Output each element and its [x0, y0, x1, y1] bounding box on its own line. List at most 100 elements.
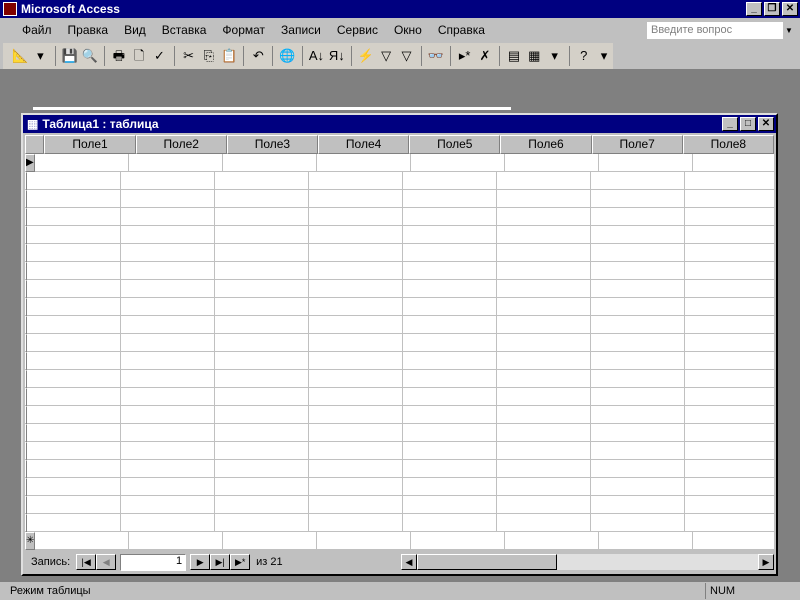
- table-cell[interactable]: [497, 370, 591, 388]
- print-icon[interactable]: 🖶: [110, 45, 128, 67]
- table-cell[interactable]: [121, 172, 215, 190]
- column-header[interactable]: Поле3: [226, 135, 319, 154]
- row-selector[interactable]: ✳: [25, 532, 36, 550]
- table-cell[interactable]: [309, 316, 403, 334]
- sort-ascending-icon[interactable]: A↓: [307, 45, 325, 67]
- table-cell[interactable]: [215, 442, 309, 460]
- find-icon[interactable]: 👓: [426, 45, 444, 67]
- column-header[interactable]: Поле6: [500, 135, 592, 154]
- table-cell[interactable]: [403, 172, 497, 190]
- undo-icon[interactable]: ↶: [249, 45, 267, 67]
- paste-icon[interactable]: 📋: [220, 45, 238, 67]
- table-cell[interactable]: [497, 478, 591, 496]
- table-cell[interactable]: [27, 478, 121, 496]
- table-cell[interactable]: [121, 496, 215, 514]
- table-cell[interactable]: [35, 532, 130, 550]
- table-cell[interactable]: [685, 370, 774, 388]
- delete-record-icon[interactable]: ✗: [476, 45, 494, 67]
- cut-icon[interactable]: ✂: [179, 45, 197, 67]
- table-cell[interactable]: [497, 334, 591, 352]
- table-cell[interactable]: [121, 478, 215, 496]
- table-cell[interactable]: [497, 298, 591, 316]
- table-cell[interactable]: [497, 208, 591, 226]
- column-header[interactable]: Поле1: [44, 135, 136, 154]
- table-cell[interactable]: [591, 370, 685, 388]
- dropdown-arrow-icon[interactable]: ▾: [31, 45, 49, 67]
- table-cell[interactable]: [685, 514, 774, 532]
- table-cell[interactable]: [403, 388, 497, 406]
- table-cell[interactable]: [121, 514, 215, 532]
- spelling-icon[interactable]: ✓: [150, 45, 168, 67]
- table-cell[interactable]: [215, 478, 309, 496]
- table-cell[interactable]: [309, 460, 403, 478]
- table-cell[interactable]: [309, 280, 403, 298]
- table-cell[interactable]: [403, 334, 497, 352]
- table-cell[interactable]: [591, 334, 685, 352]
- filter-by-form-icon[interactable]: ▽: [377, 45, 395, 67]
- table-cell[interactable]: [223, 532, 318, 550]
- database-window-icon[interactable]: ▤: [505, 45, 523, 67]
- table-cell[interactable]: [403, 244, 497, 262]
- table-cell[interactable]: [121, 406, 215, 424]
- table-cell[interactable]: [27, 370, 121, 388]
- table-cell[interactable]: [309, 298, 403, 316]
- menu-item-1[interactable]: Правка: [60, 23, 117, 37]
- table-cell[interactable]: [403, 514, 497, 532]
- table-cell[interactable]: [685, 226, 774, 244]
- table-cell[interactable]: [599, 532, 694, 550]
- table-cell[interactable]: [403, 262, 497, 280]
- help-icon[interactable]: ?: [575, 45, 593, 67]
- restore-button[interactable]: ❐: [764, 2, 780, 16]
- table-cell[interactable]: [685, 478, 774, 496]
- table-cell[interactable]: [27, 298, 121, 316]
- table-cell[interactable]: [591, 208, 685, 226]
- save-icon[interactable]: 💾: [60, 45, 78, 67]
- table-cell[interactable]: [591, 262, 685, 280]
- table-cell[interactable]: [317, 532, 412, 550]
- table-cell[interactable]: [403, 298, 497, 316]
- table-cell[interactable]: [121, 370, 215, 388]
- table-cell[interactable]: [309, 406, 403, 424]
- sort-descending-icon[interactable]: Я↓: [328, 45, 346, 67]
- scroll-left-button[interactable]: ◀: [401, 554, 417, 570]
- horizontal-scrollbar[interactable]: ◀ ▶: [401, 554, 774, 570]
- table-cell[interactable]: [215, 316, 309, 334]
- table-cell[interactable]: [215, 460, 309, 478]
- table-maximize-button[interactable]: □: [740, 117, 756, 131]
- table-cell[interactable]: [685, 280, 774, 298]
- table-cell[interactable]: [27, 262, 121, 280]
- table-cell[interactable]: [309, 244, 403, 262]
- table-cell[interactable]: [121, 460, 215, 478]
- table-cell[interactable]: [309, 424, 403, 442]
- table-cell[interactable]: [309, 388, 403, 406]
- table-cell[interactable]: [121, 334, 215, 352]
- column-header[interactable]: Поле8: [682, 135, 774, 154]
- table-cell[interactable]: [121, 226, 215, 244]
- table-cell[interactable]: [591, 280, 685, 298]
- next-record-button[interactable]: ▶: [190, 554, 211, 570]
- table-cell[interactable]: [215, 352, 309, 370]
- table-minimize-button[interactable]: _: [722, 117, 738, 131]
- close-button[interactable]: ✕: [782, 2, 798, 16]
- table-cell[interactable]: [591, 298, 685, 316]
- prev-record-button[interactable]: ◀: [96, 554, 117, 570]
- table-cell[interactable]: [128, 154, 223, 172]
- chevron-down-icon[interactable]: ▼: [783, 22, 795, 39]
- table-cell[interactable]: [591, 244, 685, 262]
- scroll-thumb[interactable]: [417, 554, 557, 570]
- table-cell[interactable]: [215, 406, 309, 424]
- table-cell[interactable]: [309, 226, 403, 244]
- table-cell[interactable]: [685, 334, 774, 352]
- table-cell[interactable]: [27, 226, 121, 244]
- search-web-icon[interactable]: 🔍: [81, 45, 99, 67]
- table-cell[interactable]: [403, 496, 497, 514]
- table-cell[interactable]: [121, 424, 215, 442]
- table-cell[interactable]: [121, 352, 215, 370]
- table-cell[interactable]: [215, 262, 309, 280]
- table-cell[interactable]: [497, 190, 591, 208]
- hyperlink-icon[interactable]: 🌐: [278, 45, 296, 67]
- table-cell[interactable]: [591, 316, 685, 334]
- table-cell[interactable]: [504, 154, 599, 172]
- table-cell[interactable]: [403, 208, 497, 226]
- column-header[interactable]: Поле4: [318, 135, 410, 154]
